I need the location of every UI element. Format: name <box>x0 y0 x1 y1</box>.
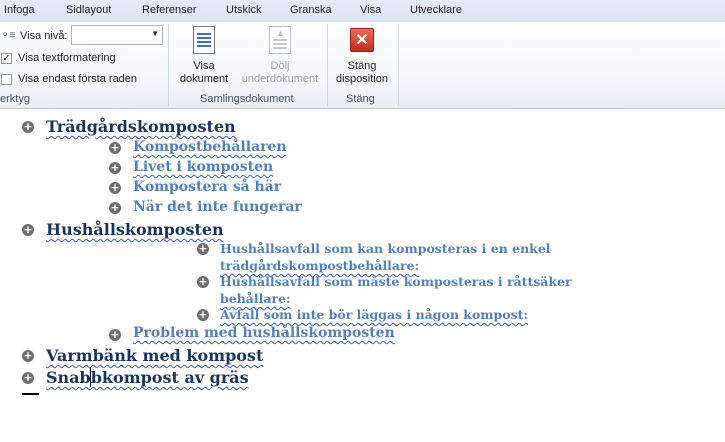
outline-heading-2[interactable]: Livet i komposten <box>133 159 273 175</box>
expand-plus-icon[interactable]: + <box>22 372 34 384</box>
text-cursor <box>90 367 91 387</box>
heading-text: Hushållsavfall som kan komposteras i en … <box>220 241 551 256</box>
group-divider <box>168 24 169 106</box>
outline-heading-1[interactable]: Trädgårdskomposten <box>46 117 236 136</box>
heading-text: Trädgårdskomposten <box>46 117 236 136</box>
show-level-dropdown[interactable]: ▼ <box>71 25 163 45</box>
heading-text: trädgårdskompostbehållare: <box>220 258 420 273</box>
close-outline-label-2: disposition <box>336 73 388 85</box>
expand-plus-icon[interactable]: + <box>109 202 121 214</box>
tab-utvecklare[interactable]: Utvecklare <box>410 4 462 16</box>
heading-text: Kompostera så här <box>133 179 282 195</box>
expand-plus-icon[interactable]: + <box>197 309 209 321</box>
close-outline-label-1: Stäng <box>347 60 377 72</box>
show-formatting-label[interactable]: Visa textformatering <box>18 52 116 64</box>
outline-heading-3[interactable]: Hushållsavfall som måste komposteras i r… <box>220 274 572 289</box>
expand-plus-icon[interactable]: + <box>22 350 34 362</box>
show-document-button[interactable]: Visa dokument <box>176 26 232 86</box>
expand-plus-icon[interactable]: + <box>197 243 209 255</box>
document-icon <box>193 26 215 54</box>
outline-heading-2[interactable]: Kompostera så här <box>133 179 281 195</box>
tab-infoga[interactable]: Infoga <box>4 4 35 16</box>
outline-heading-3-continued[interactable]: behållare: <box>220 291 291 306</box>
close-outline-button[interactable]: ✕ Stäng disposition <box>330 26 394 86</box>
heading-text: Kompostbehållaren <box>133 139 287 155</box>
first-line-only-checkbox[interactable] <box>1 74 12 85</box>
outline-heading-1[interactable]: Snabbkompost av gräs <box>46 368 249 387</box>
outline-heading-1[interactable]: Hushållskomposten <box>46 220 224 239</box>
outline-heading-3[interactable]: Hushållsavfall som kan komposteras i en … <box>220 241 551 256</box>
show-formatting-checkbox[interactable]: ✓ <box>1 53 12 64</box>
heading-text: Livet i komposten <box>133 159 274 175</box>
heading-text: Hushållsavfall som måste komposteras i r… <box>220 274 572 289</box>
master-document-group-label: Samlingsdokument <box>200 93 294 105</box>
tab-sidlayout[interactable]: Sidlayout <box>66 4 111 16</box>
tab-granska[interactable]: Granska <box>290 4 332 16</box>
outline-heading-3-continued[interactable]: trädgårdskompostbehållare: <box>220 258 419 273</box>
heading-text: Snabbkompost av gräs <box>46 368 249 387</box>
outline-heading-2[interactable]: Kompostbehållaren <box>133 139 287 155</box>
hide-subdocuments-label-2: underdokument <box>241 73 319 85</box>
group-divider <box>398 24 399 106</box>
expand-plus-icon[interactable]: + <box>109 162 121 174</box>
expand-plus-icon[interactable]: + <box>22 224 34 236</box>
heading-text: Problem med hushållskomposten <box>133 325 395 341</box>
expand-plus-icon[interactable]: + <box>197 276 209 288</box>
close-icon: ✕ <box>350 28 374 52</box>
ribbon: ⚬≡ Visa nivå: ▼ ✓ Visa textformatering V… <box>0 22 725 109</box>
show-document-label-1: Visa <box>193 60 215 72</box>
outline-level-icon: ⚬≡ <box>1 30 16 41</box>
expand-plus-icon[interactable]: + <box>109 142 121 154</box>
outline-heading-3[interactable]: Avfall som inte bör läggas i någon kompo… <box>220 307 528 322</box>
heading-text: Varmbänk med kompost <box>46 346 264 365</box>
outline-heading-2[interactable]: När det inte fungerar <box>133 199 302 215</box>
outline-heading-2[interactable]: Problem med hushållskomposten <box>133 325 395 341</box>
tab-utskick[interactable]: Utskick <box>226 4 261 16</box>
tab-referenser[interactable]: Referenser <box>142 4 196 16</box>
expand-plus-icon[interactable]: + <box>109 329 121 341</box>
ribbon-tab-bar: Infoga Sidlayout Referenser Utskick Gran… <box>0 0 725 23</box>
heading-text: Hushållskomposten <box>46 220 224 239</box>
outline-heading-1[interactable]: Varmbänk med kompost <box>46 346 263 365</box>
group-divider <box>327 24 328 106</box>
heading-text: behållare: <box>220 291 291 306</box>
close-group-label: Stäng <box>346 93 375 105</box>
expand-plus-icon[interactable]: + <box>109 182 121 194</box>
tab-visa[interactable]: Visa <box>360 4 381 16</box>
show-level-label: Visa nivå: <box>20 30 68 42</box>
outline-tools-group-label: erktyg <box>0 93 30 105</box>
heading-text: Avfall som inte bör läggas i någon kompo… <box>220 307 529 322</box>
hide-subdocuments-button[interactable]: ▲ Dölj underdokument <box>238 26 322 86</box>
hide-subdocuments-label-1: Dölj <box>270 60 290 72</box>
subdocument-icon: ▲ <box>269 26 291 54</box>
end-of-document-mark <box>22 393 39 395</box>
show-document-label-2: dokument <box>179 73 229 85</box>
expand-plus-icon[interactable]: + <box>22 121 34 133</box>
first-line-only-label[interactable]: Visa endast första raden <box>18 73 137 85</box>
heading-text: När det inte fungerar <box>133 199 302 215</box>
chevron-down-icon: ▼ <box>151 29 159 38</box>
